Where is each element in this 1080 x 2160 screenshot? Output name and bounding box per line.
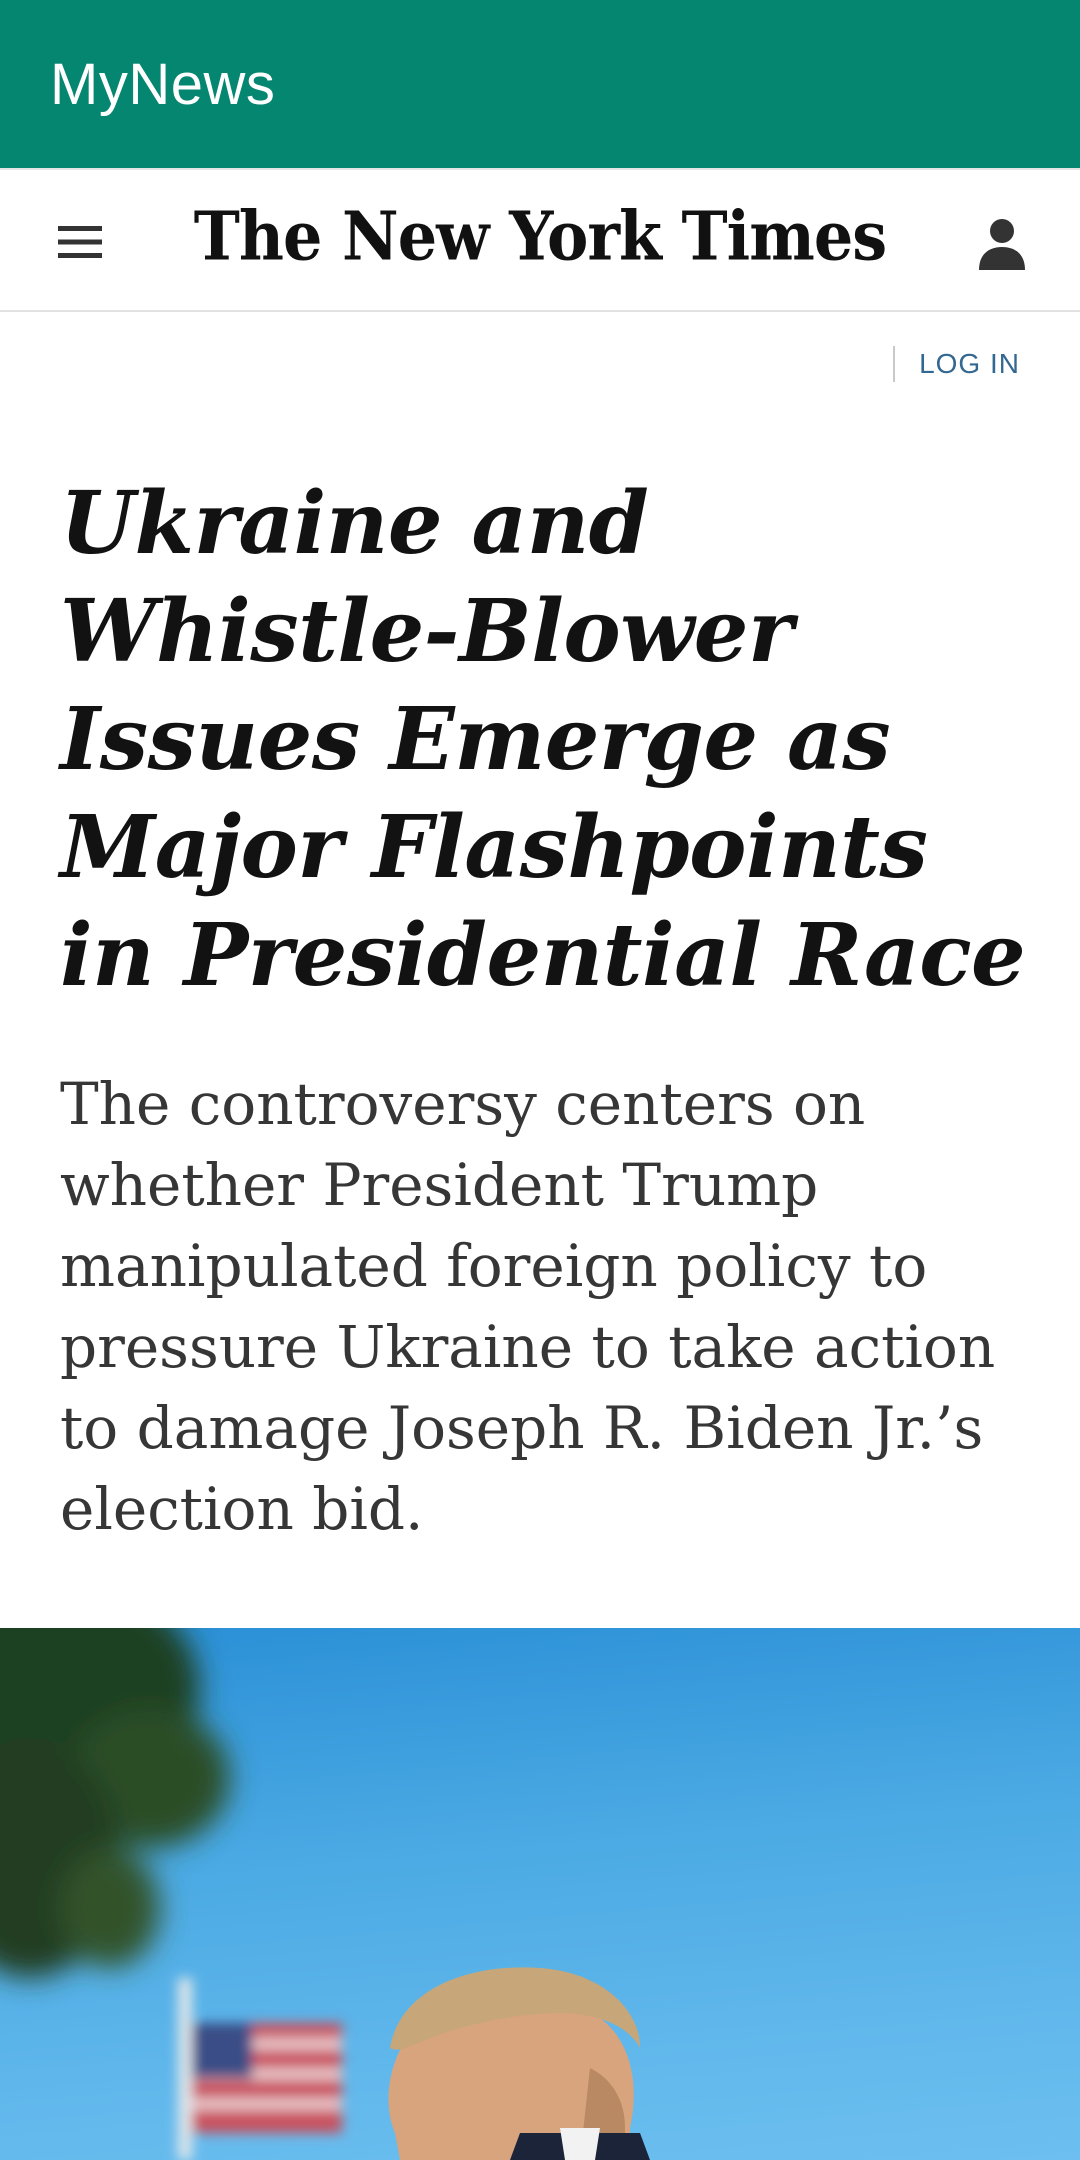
app-bar: MyNews [0, 0, 1080, 168]
person-icon [979, 219, 1025, 270]
site-header: The New York Times [0, 168, 1080, 312]
login-link[interactable]: LOG IN [919, 348, 1020, 380]
app-title: MyNews [50, 51, 276, 117]
article-hero-image[interactable] [0, 1628, 1080, 2160]
account-button[interactable] [964, 206, 1040, 282]
divider [893, 346, 896, 382]
login-row: LOG IN [893, 346, 1020, 382]
hero-photo [0, 1628, 650, 2160]
article-summary: The controversy centers on whether Presi… [60, 1070, 996, 1543]
site-logo[interactable]: The New York Times [0, 197, 1080, 276]
article-headline: Ukraine and Whistle-Blower Issues Emerge… [60, 473, 1026, 1006]
